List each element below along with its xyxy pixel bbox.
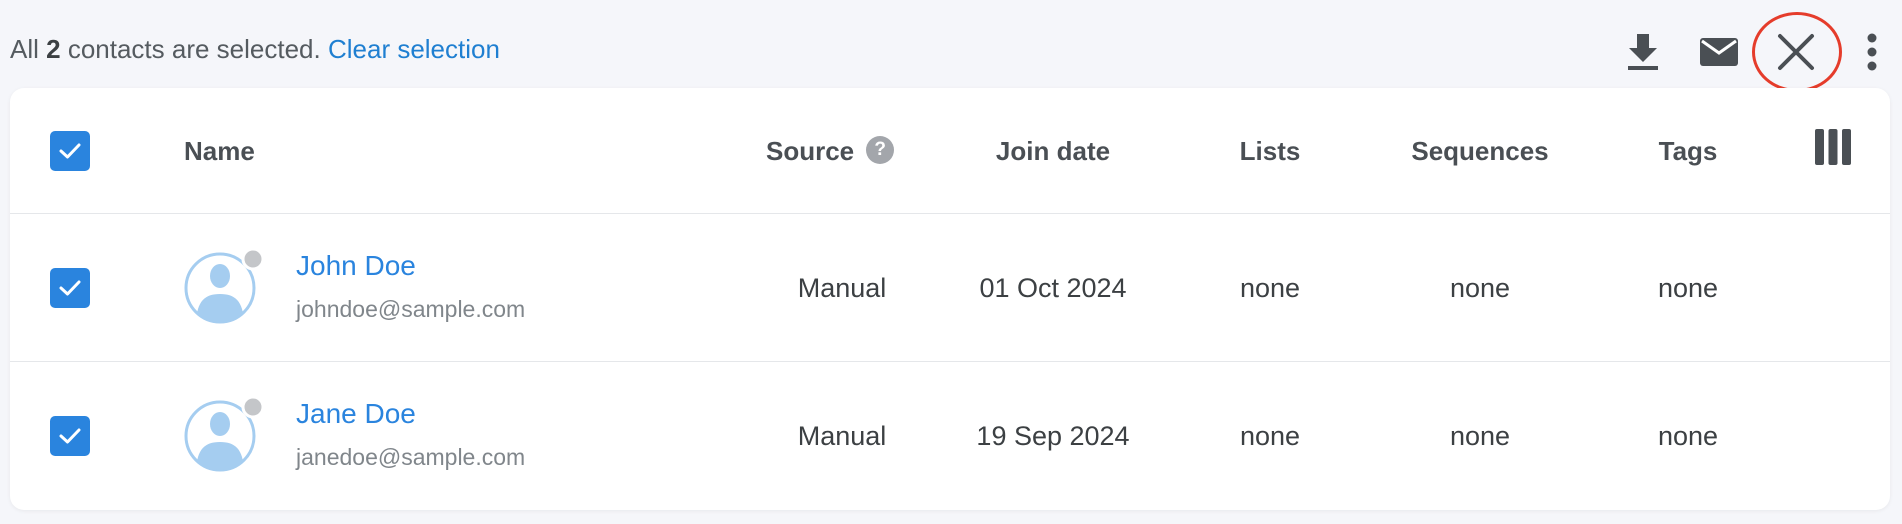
row-checkbox[interactable]	[50, 416, 90, 456]
download-button[interactable]	[1613, 22, 1673, 82]
checkmark-icon	[59, 428, 81, 444]
contact-name-link[interactable]: Jane Doe	[296, 398, 416, 430]
checkmark-icon	[59, 280, 81, 296]
column-header-tags[interactable]: Tags	[1659, 136, 1718, 167]
table-row[interactable]: Jane Doe janedoe@sample.com Manual 19 Se…	[10, 362, 1890, 510]
contact-email: johndoe@sample.com	[296, 296, 526, 322]
status-dot	[241, 247, 265, 271]
contact-lists: none	[1239, 273, 1301, 303]
selection-suffix: contacts are selected.	[60, 34, 321, 64]
contact-join-date: 19 Sep 2024	[976, 421, 1130, 451]
column-header-sequences[interactable]: Sequences	[1411, 136, 1548, 167]
row-checkbox[interactable]	[50, 268, 90, 308]
email-button[interactable]	[1689, 22, 1749, 82]
table-row[interactable]: John Doe johndoe@sample.com Manual 01 Oc…	[10, 214, 1890, 362]
checkmark-icon	[59, 143, 81, 159]
column-header-join-date[interactable]: Join date	[996, 136, 1110, 167]
column-header-source-label: Source	[766, 136, 855, 166]
selection-count: 2	[46, 34, 61, 64]
contact-sequences: none	[1449, 273, 1511, 303]
select-all-checkbox[interactable]	[50, 131, 90, 171]
selection-toolbar: All 2 contacts are selected. Clear selec…	[0, 0, 1902, 100]
column-header-lists[interactable]: Lists	[1240, 136, 1301, 167]
columns-icon[interactable]	[1814, 128, 1852, 166]
table-header: Name Source? Join date Lists Sequences T…	[10, 88, 1890, 214]
close-highlight-ring	[1752, 12, 1842, 92]
contact-source: Manual	[797, 421, 887, 451]
avatar	[184, 247, 265, 324]
contact-source: Manual	[797, 273, 887, 303]
download-icon	[1628, 34, 1658, 70]
contact-join-date: 01 Oct 2024	[979, 273, 1127, 303]
selection-prefix: All	[10, 34, 47, 64]
clear-selection-link[interactable]: Clear selection	[328, 34, 500, 64]
contact-email: janedoe@sample.com	[296, 444, 526, 470]
contact-sequences: none	[1449, 421, 1511, 451]
contact-tags: none	[1657, 421, 1719, 451]
more-options-button[interactable]	[1842, 22, 1902, 82]
contact-lists: none	[1239, 421, 1301, 451]
mail-icon	[1700, 38, 1738, 66]
avatar	[184, 395, 265, 472]
contact-name-link[interactable]: John Doe	[296, 250, 416, 282]
selection-summary: All 2 contacts are selected. Clear selec…	[10, 34, 500, 65]
column-header-name[interactable]: Name	[184, 136, 255, 167]
status-dot	[241, 395, 265, 419]
contacts-table: Name Source? Join date Lists Sequences T…	[10, 88, 1890, 510]
help-icon[interactable]: ?	[866, 136, 895, 165]
more-vertical-icon	[1867, 33, 1877, 71]
contact-tags: none	[1657, 273, 1719, 303]
column-header-source[interactable]: Source?	[766, 136, 895, 167]
